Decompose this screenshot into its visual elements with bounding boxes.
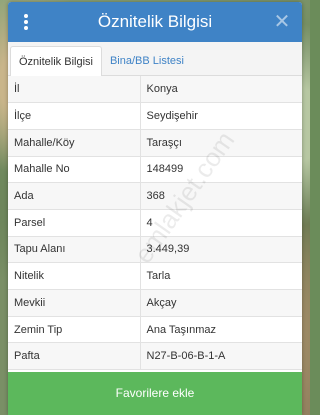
table-row: İlçe Seydişehir bbox=[8, 102, 302, 130]
attribute-key: Mahalle/Köy bbox=[8, 129, 141, 157]
attribute-value: Ana Taşınmaz bbox=[140, 316, 302, 344]
table-row: İl Konya bbox=[8, 76, 302, 104]
tab-building-list[interactable]: Bina/BB Listesi bbox=[102, 46, 192, 76]
table-row: Ada 368 bbox=[8, 182, 302, 210]
attribute-key: Pafta bbox=[8, 342, 141, 371]
attribute-value: 368 bbox=[140, 182, 302, 210]
attribute-value: N27-B-06-B-1-A bbox=[140, 342, 302, 371]
table-row: Zemin Tip Ana Taşınmaz bbox=[8, 316, 302, 344]
attribute-key: Parsel bbox=[8, 209, 141, 237]
table-row: Nitelik Tarla bbox=[8, 262, 302, 290]
close-icon[interactable]: ✕ bbox=[272, 12, 292, 32]
table-row: Parsel 4 bbox=[8, 209, 302, 237]
attribute-value: Akçay bbox=[140, 289, 302, 317]
table-row: Tapu Alanı 3.449,39 bbox=[8, 236, 302, 264]
more-vertical-icon[interactable] bbox=[20, 12, 32, 32]
attribute-dialog: Öznitelik Bilgisi ✕ Öznitelik Bilgisi Bi… bbox=[8, 2, 302, 415]
attribute-value: Seydişehir bbox=[140, 102, 302, 130]
table-row: Mahalle/Köy Taraşçı bbox=[8, 129, 302, 157]
attribute-value: Taraşçı bbox=[140, 129, 302, 157]
attribute-key: İlçe bbox=[8, 102, 141, 130]
tab-attributes[interactable]: Öznitelik Bilgisi bbox=[10, 46, 102, 77]
dialog-header: Öznitelik Bilgisi ✕ bbox=[8, 2, 302, 42]
attribute-key: İl bbox=[8, 76, 141, 104]
attribute-value: 3.449,39 bbox=[140, 236, 302, 264]
attribute-key: Ada bbox=[8, 182, 141, 210]
attribute-key: Nitelik bbox=[8, 262, 141, 290]
attribute-key: Mahalle No bbox=[8, 156, 141, 184]
table-row: Mevkii Akçay bbox=[8, 289, 302, 317]
attribute-table-wrapper: İl Konya İlçe Seydişehir Mahalle/Köy Taraşçı M… bbox=[8, 76, 302, 371]
attribute-value: 148499 bbox=[140, 156, 302, 184]
tab-bar: Öznitelik Bilgisi Bina/BB Listesi bbox=[8, 42, 302, 77]
dialog-title: Öznitelik Bilgisi bbox=[97, 12, 213, 31]
attribute-value: Tarla bbox=[140, 262, 302, 290]
table-row: Mahalle No 148499 bbox=[8, 156, 302, 184]
attribute-key: Mevkii bbox=[8, 289, 141, 317]
attribute-value: 4 bbox=[140, 209, 302, 237]
attribute-key: Zemin Tip bbox=[8, 316, 141, 344]
attribute-key: Tapu Alanı bbox=[8, 236, 141, 264]
table-row: Pafta N27-B-06-B-1-A bbox=[8, 342, 302, 371]
attribute-value: Konya bbox=[140, 76, 302, 104]
attribute-table: İl Konya İlçe Seydişehir Mahalle/Köy Taraşçı M… bbox=[8, 76, 302, 371]
add-to-favorites-button[interactable]: Favorilere ekle bbox=[8, 372, 302, 415]
